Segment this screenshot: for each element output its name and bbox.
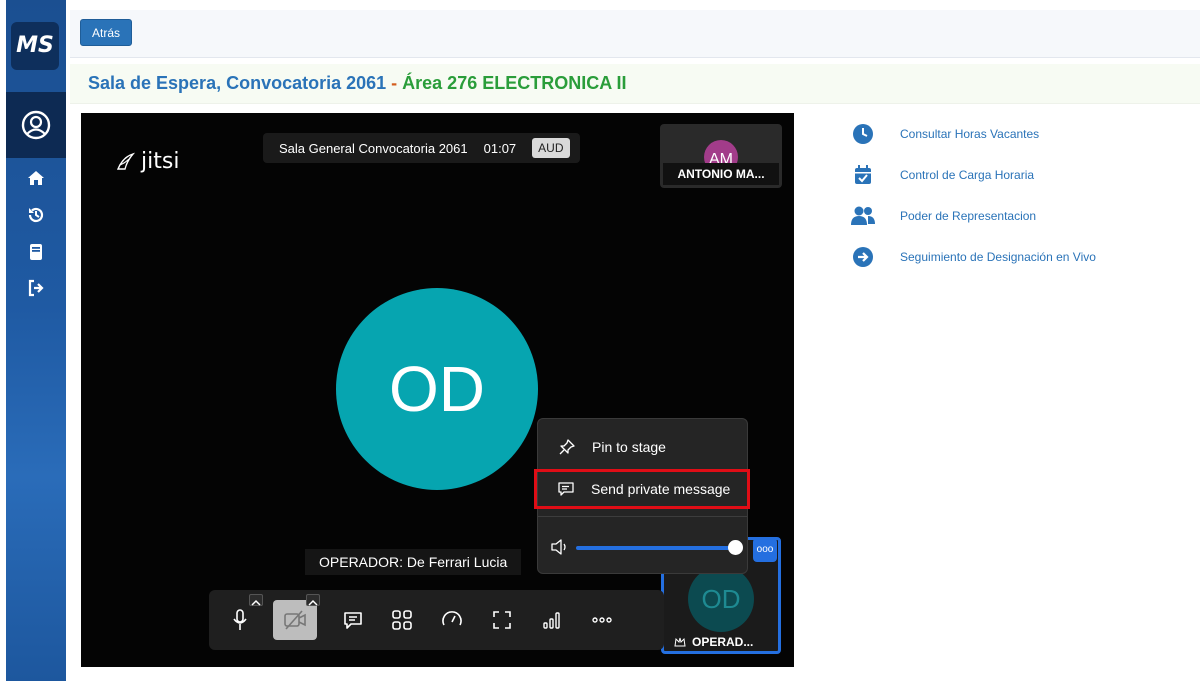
signal-bars-icon [543, 612, 560, 629]
page-header: Sala de Espera, Convocatoria 2061 - Área… [70, 64, 1200, 104]
audio-badge: AUD [532, 138, 570, 158]
back-button[interactable]: Atrás [80, 19, 132, 46]
link-control-carga[interactable]: Control de Carga Horaria [849, 163, 1189, 187]
users-icon [849, 204, 876, 228]
jitsi-logo: jitsi [115, 149, 179, 174]
meeting-view[interactable]: jitsi Sala General Convocatoria 2061 01:… [81, 113, 794, 667]
title-convocatoria: Sala de Espera, Convocatoria 2061 [88, 73, 387, 93]
participant-name: ANTONIO MA... [663, 163, 779, 185]
calendar-check-icon [849, 163, 876, 187]
menu-divider [538, 516, 747, 517]
book-icon[interactable] [6, 240, 66, 264]
room-name: Sala General Convocatoria 2061 [279, 140, 468, 156]
link-label: Poder de Representacion [900, 209, 1037, 223]
menu-item-pin-to-stage[interactable]: Pin to stage [538, 427, 747, 467]
link-seguimiento-designacion[interactable]: Seguimiento de Designación en Vivo [849, 245, 1189, 269]
logout-icon[interactable] [6, 276, 66, 300]
history-icon[interactable] [6, 203, 66, 227]
link-consultar-horas[interactable]: Consultar Horas Vacantes [849, 122, 1189, 146]
jitsi-logo-icon [116, 152, 136, 170]
participant-name-text: OPERAD... [692, 635, 754, 649]
dominant-speaker-label: OPERADOR: De Ferrari Lucia [305, 549, 522, 575]
link-label: Seguimiento de Designación en Vivo [900, 250, 1096, 264]
volume-slider-track[interactable] [576, 546, 736, 550]
volume-slider-handle[interactable] [728, 540, 743, 555]
profile-section [6, 92, 66, 158]
tile-view-icon [392, 610, 412, 630]
participant-context-menu: Pin to stage Send private message [534, 418, 750, 574]
participant-thumbnail-remote[interactable]: AM ANTONIO MA... [660, 124, 782, 188]
room-info: Sala General Convocatoria 2061 01:07 AUD [263, 133, 580, 163]
gauge-icon [442, 611, 462, 626]
logo: MS [11, 22, 59, 70]
link-poder-representacion[interactable]: Poder de Representacion [849, 204, 1189, 228]
fullscreen-button[interactable] [480, 600, 524, 640]
meeting-timer: 01:07 [483, 140, 517, 156]
private-message-icon [558, 482, 574, 496]
menu-item-label: Pin to stage [592, 439, 666, 455]
main-avatar: OD [336, 288, 538, 490]
performance-button[interactable] [430, 600, 474, 640]
meeting-toolbar [209, 590, 664, 650]
link-label: Consultar Horas Vacantes [900, 127, 1040, 141]
arrow-circle-icon [849, 245, 876, 269]
chat-icon [344, 612, 362, 629]
app-page: MS Atrás Sala de Espera, Convocatoria 20… [0, 0, 1200, 681]
jitsi-logo-text: jitsi [141, 149, 180, 174]
volume-icon [550, 537, 570, 562]
page-title: Sala de Espera, Convocatoria 2061 - Área… [88, 73, 627, 94]
top-bar: Atrás [70, 10, 1200, 58]
home-icon[interactable] [6, 166, 66, 190]
audio-settings-caret[interactable] [249, 594, 263, 606]
moderator-crown-icon [674, 637, 686, 647]
menu-item-label: Send private message [591, 481, 731, 497]
connection-stats-button[interactable] [530, 600, 574, 640]
pin-icon [559, 439, 575, 455]
sidebar: MS [6, 0, 66, 681]
microphone-icon [233, 609, 247, 630]
clock-icon [849, 122, 876, 146]
link-label: Control de Carga Horaria [900, 168, 1035, 182]
more-dots-icon [592, 617, 612, 623]
camera-off-icon [284, 610, 306, 630]
more-options-button[interactable]: ooo [753, 538, 777, 562]
avatar: OD [688, 566, 754, 632]
tile-view-button[interactable] [380, 600, 424, 640]
user-circle-icon[interactable] [6, 110, 66, 140]
title-separator: - [386, 73, 403, 93]
menu-item-send-private-message[interactable]: Send private message [534, 469, 750, 509]
more-actions-button[interactable] [580, 600, 624, 640]
title-area: Área 276 ELECTRONICA II [402, 73, 627, 93]
fullscreen-icon [493, 611, 511, 629]
participant-name: OPERAD... [664, 632, 778, 652]
chat-button[interactable] [331, 600, 375, 640]
video-settings-caret[interactable] [306, 594, 320, 606]
